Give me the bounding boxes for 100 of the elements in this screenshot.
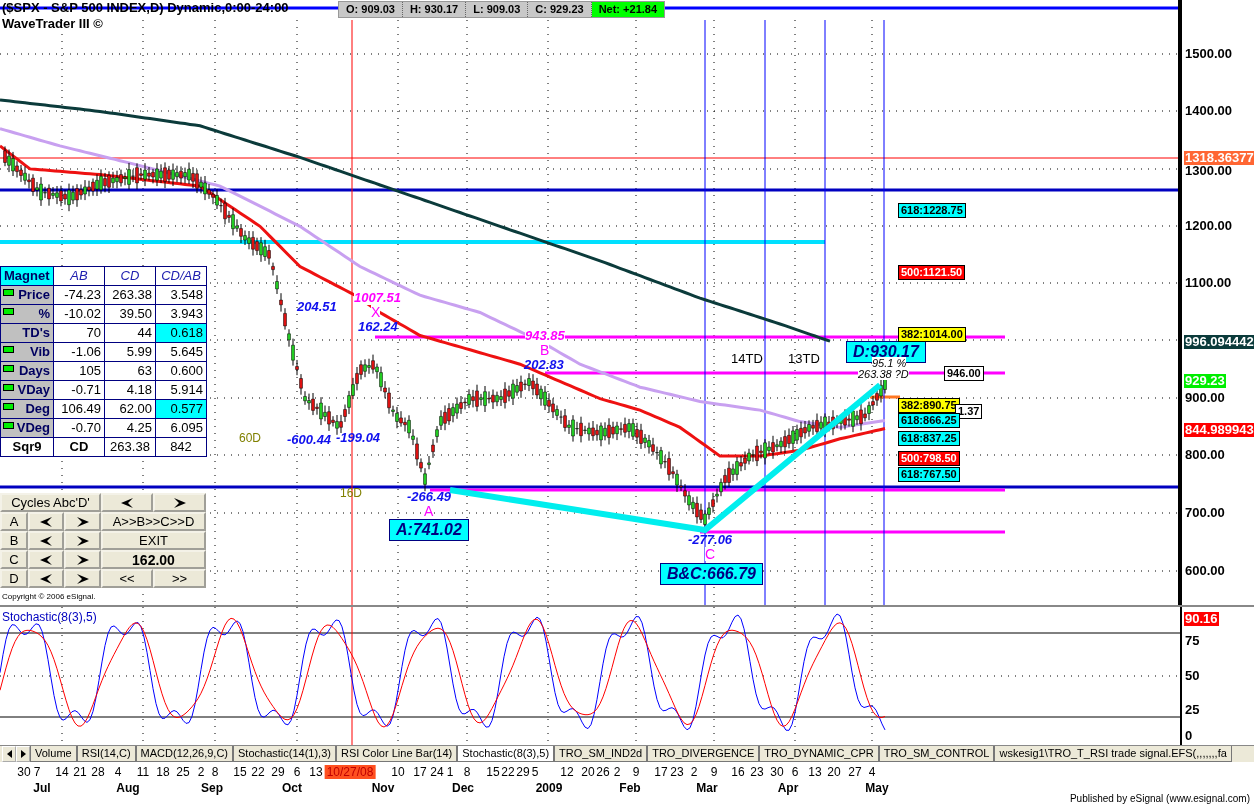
cursor-date-label: 10/27/08 [324,765,376,779]
point-label: A [424,504,434,518]
point-label: X [371,305,381,319]
count-label: 16D [340,486,362,500]
point-button[interactable]: B [0,531,28,550]
price-label: 943.85 [525,329,565,343]
column-header: CD/AB [155,266,207,286]
scroll-right-button[interactable] [16,746,30,762]
indicator-tab[interactable]: TRO_SM_CONTROL [878,746,995,762]
point-button[interactable]: C [0,550,28,569]
step-button[interactable]: << [101,569,153,588]
indicator-tab[interactable]: RSI(14,C) [76,746,136,762]
indicator-tab[interactable]: Stochastic(14(1),3) [233,746,336,762]
day-label: 13 [309,765,323,779]
price-level-line [870,395,900,399]
table-cell: 4.18 [104,380,156,400]
quote-value: L: 909.03 [466,2,529,17]
next-button[interactable] [153,493,206,512]
table-cell: 5.914 [155,380,207,400]
month-label: Oct [282,781,302,795]
axis-tick-label: 25 [1185,703,1200,717]
axis-tick-label: 1100.00 [1185,276,1232,290]
cycles-button[interactable]: Cycles Abc'D' [0,493,101,512]
axis-tick-label: 50 [1185,669,1200,683]
previous-button[interactable] [28,512,64,531]
level-label: 618:767.50 [898,467,960,482]
indicator-icon [3,308,14,315]
next-button[interactable] [64,531,101,550]
action-button[interactable]: A>>B>>C>>D [101,512,206,531]
indicator-tab[interactable]: Stochastic(8(3),5) [457,746,555,762]
level-label: 618:1228.75 [898,203,966,218]
action-button[interactable]: EXIT [101,531,206,550]
count-label: 60D [239,431,261,445]
day-label: 9 [710,765,718,779]
indicator-tab[interactable]: TRO_SM_IND2d [554,746,648,762]
level-label: 382:1014.00 [898,327,966,342]
arrow-right-icon [76,554,89,565]
scroll-left-button[interactable] [2,746,16,762]
table-cell: 263.38 [104,437,156,457]
day-label: 12 [560,765,574,779]
day-label: 9 [632,765,640,779]
table-cell: 5.645 [155,342,207,362]
triangle-right-icon [20,750,26,758]
previous-button[interactable] [28,550,64,569]
day-label: 4 [868,765,876,779]
day-label: 23 [750,765,764,779]
day-label: 17 [413,765,427,779]
previous-button[interactable] [101,493,153,512]
level-label: 618:837.25 [898,431,960,446]
month-label: Aug [116,781,140,795]
copyright-text: Copyright © 2006 eSignal. [2,592,96,602]
arrow-right-icon [76,516,89,527]
point-button[interactable]: A [0,512,28,531]
indicator-tab[interactable]: TRO_DIVERGENCE [647,746,760,762]
next-button[interactable] [64,550,101,569]
indicator-tab[interactable]: RSI Color Line Bar(14) [335,746,458,762]
level-label: 946.00 [944,366,984,381]
day-label: 1 [446,765,454,779]
day-label: 29 [516,765,530,779]
price-label: 1007.51 [354,291,401,305]
axis-tick-label: 700.00 [1185,506,1225,520]
value-button[interactable]: 162.00 [101,550,206,569]
indicator-tab[interactable]: TRO_DYNAMIC_CPR [759,746,879,762]
indicator-tab[interactable]: wskesig1\TRO_T_RSI trade signal.EFS(,,,,,,,fa [994,746,1232,762]
previous-button[interactable] [28,569,64,588]
day-label: 20 [827,765,841,779]
table-cell: 4.25 [104,418,156,438]
row-header: Vib [30,344,50,359]
swing-label: 202.83 [524,358,564,372]
indicator-tab[interactable]: MACD(12,26,9,C) [135,746,234,762]
month-label: May [865,781,889,795]
day-label: 15 [233,765,247,779]
triangle-left-icon [6,750,12,758]
table-cell: 39.50 [104,304,156,324]
indicator-tab[interactable]: Volume [30,746,77,762]
day-label: 30 [770,765,784,779]
month-label: Mar [696,781,718,795]
day-label: 24 [430,765,444,779]
table-cell: -0.71 [53,380,105,400]
day-label: 25 [176,765,190,779]
point-value-box: B&C:666.79 [660,563,763,585]
swing-label: 162.24 [358,320,398,334]
row-header: VDeg [16,420,50,435]
axis-tick-label: 800.00 [1185,448,1225,462]
day-label: 14 [55,765,69,779]
step-button[interactable]: >> [153,569,206,588]
row-header: VDay [17,382,50,397]
table-cell: 6.095 [155,418,207,438]
point-button[interactable]: D [0,569,28,588]
next-button[interactable] [64,512,101,531]
day-label: 22 [251,765,265,779]
previous-button[interactable] [28,531,64,550]
indicator-icon [3,403,14,410]
note-label: 263.38 ?D [858,368,909,380]
day-label: 30 [17,765,31,779]
indicator-icon [3,365,14,372]
next-button[interactable] [64,569,101,588]
day-label: 8 [463,765,471,779]
arrow-left-icon [40,535,52,546]
month-label: Nov [371,781,395,795]
